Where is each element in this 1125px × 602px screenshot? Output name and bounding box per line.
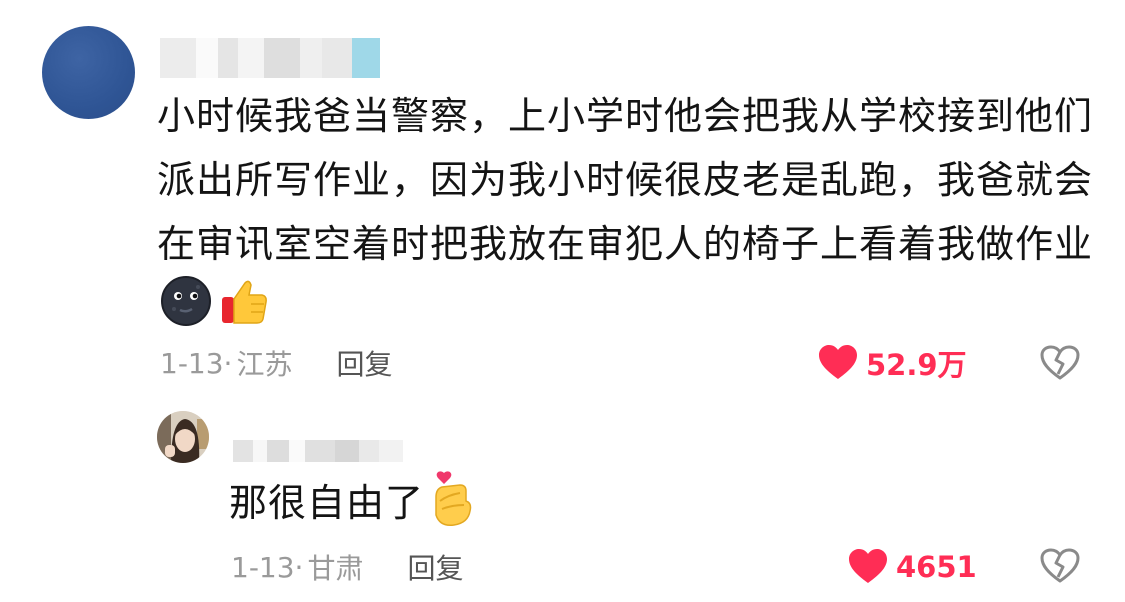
finger-heart-icon xyxy=(435,471,472,527)
commenter-username-blurred[interactable] xyxy=(160,38,380,78)
comment-emojis xyxy=(160,275,270,327)
comment-date: 1-13 xyxy=(160,346,224,380)
heart-icon xyxy=(819,345,857,379)
reply-button[interactable]: 回复 xyxy=(407,547,463,587)
dislike-broken-heart-icon[interactable] xyxy=(1040,548,1080,584)
meta-dot: · xyxy=(294,550,304,584)
reply-date: 1-13 xyxy=(231,550,295,584)
like-count: 52.9万 xyxy=(866,348,967,382)
replier-avatar[interactable] xyxy=(157,411,209,463)
reply-location: 甘肃 xyxy=(307,552,364,585)
comment-line: 派出所写作业，因为我小时候很皮老是乱跑，我爸就会 xyxy=(157,158,1094,202)
comment-like-button[interactable]: 52.9万 xyxy=(818,343,967,383)
thumbs-up-icon xyxy=(222,280,267,324)
reply-text: 那很自由了 xyxy=(229,481,425,525)
comment-line: 在审讯室空着时把我放在审犯人的椅子上看着我做作业 xyxy=(157,222,1094,266)
comment-meta: 1-13 · 江苏 回复 xyxy=(160,343,392,383)
heart-icon xyxy=(849,549,887,583)
reply-meta: 1-13 · 甘肃 回复 xyxy=(231,547,463,587)
comment-line: 小时候我爸当警察，上小学时他会把我从学校接到他们 xyxy=(157,94,1094,138)
replier-username-blurred[interactable] xyxy=(233,440,403,462)
reply-text-row: 那很自由了 xyxy=(229,471,476,529)
comment-location: 江苏 xyxy=(236,348,293,381)
comment-text: 小时候我爸当警察，上小学时他会把我从学校接到他们 派出所写作业，因为我小时候很皮… xyxy=(157,84,1097,276)
reply-like-button[interactable]: 4651 xyxy=(848,547,977,587)
dislike-broken-heart-icon[interactable] xyxy=(1040,345,1080,381)
like-count: 4651 xyxy=(896,550,977,584)
commenter-avatar[interactable] xyxy=(42,26,135,119)
reply-button[interactable]: 回复 xyxy=(336,343,392,383)
new-moon-face-icon xyxy=(161,276,211,326)
meta-dot: · xyxy=(223,346,233,380)
